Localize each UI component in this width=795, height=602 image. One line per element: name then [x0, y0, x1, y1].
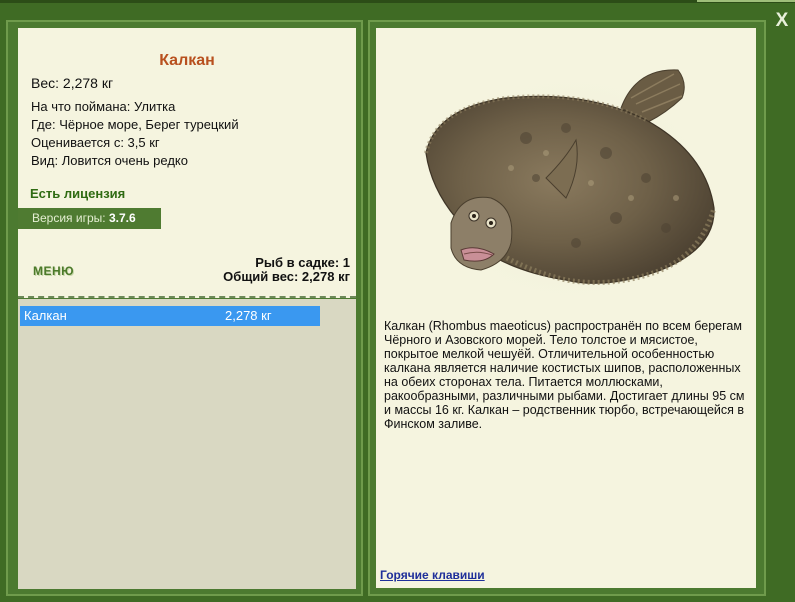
fish-count: Рыб в садке: 1 — [255, 255, 350, 270]
fish-details: На что поймана: Улитка Где: Чёрное море,… — [31, 98, 239, 170]
total-weight: Общий вес: 2,278 кг — [223, 269, 350, 284]
fish-valued-from: Оценивается с: 3,5 кг — [31, 135, 160, 150]
keepnet-list: Калкан 2,278 кг — [18, 299, 356, 589]
fish-weight: Вес: 2,278 кг — [31, 75, 114, 91]
fish-description-card: Калкан (Rhombus maeoticus) распространён… — [376, 28, 756, 588]
close-button[interactable]: X — [772, 10, 792, 32]
turbot-fish-image — [421, 63, 721, 313]
version-value: 3.7.6 — [108, 211, 136, 225]
menu-button[interactable]: МЕНЮ — [33, 264, 74, 278]
license-status: Есть лицензия — [30, 186, 126, 201]
fish-description: Калкан (Rhombus maeoticus) распространён… — [384, 319, 745, 431]
fish-location: Где: Чёрное море, Берег турецкий — [31, 117, 239, 132]
top-border — [0, 0, 795, 3]
fish-info-card: Калкан Вес: 2,278 кг На что поймана: Ули… — [18, 28, 356, 298]
fish-rarity: Вид: Ловится очень редко — [31, 153, 188, 168]
list-item-name: Калкан — [24, 308, 67, 323]
list-item-weight: 2,278 кг — [225, 308, 272, 323]
game-version: Версия игры: 3.7.6 — [18, 208, 161, 229]
top-border-highlight — [697, 0, 795, 2]
hotkeys-link[interactable]: Горячие клавиши — [380, 568, 485, 582]
fish-bait: На что поймана: Улитка — [31, 99, 176, 114]
list-item[interactable]: Калкан 2,278 кг — [20, 306, 320, 326]
version-label: Версия игры: — [32, 211, 109, 225]
keepnet-stats: Рыб в садке: 1 Общий вес: 2,278 кг — [223, 256, 350, 284]
fish-title: Калкан — [159, 52, 215, 69]
